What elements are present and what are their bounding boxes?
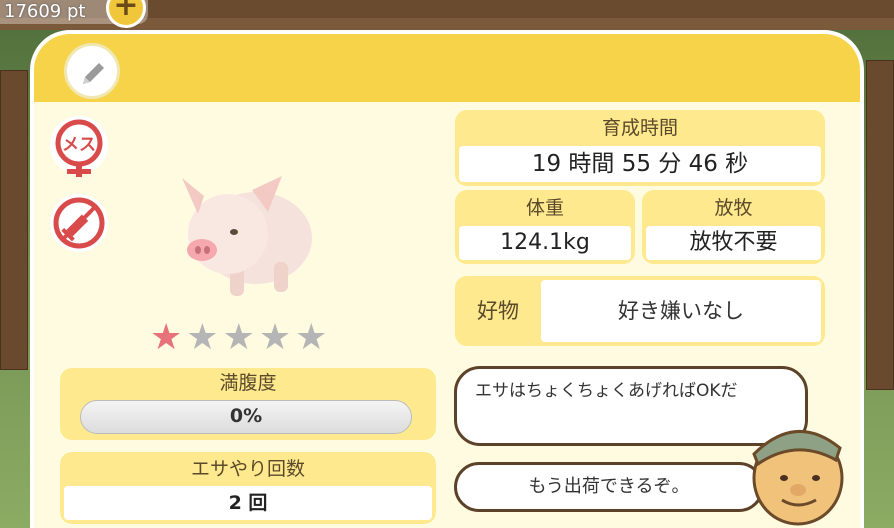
pencil-icon [83,63,104,84]
gender-badge: メス [50,116,108,177]
star-icon: ★ [258,317,292,358]
raising-time-box: 育成時間 19 時間 55 分 46 秒 [455,110,825,186]
speech-bubble-status-text: もう出荷できるぞ。 [528,476,690,497]
favorite-food-box: 好物 好き嫌いなし [455,276,825,346]
grazing-label: 放牧 [714,197,753,219]
fence-right [866,60,894,390]
weight-box: 体重 124.1kg [455,190,635,264]
favorite-food-value: 好き嫌いなし [541,280,821,342]
points-value: 17609 pt [4,1,86,22]
fullness-bar: 0% [80,400,412,434]
speech-bubble-status: もう出荷できるぞ。 [454,462,764,512]
star-icon: ★ [295,317,328,358]
vaccine-badge [50,194,108,252]
gender-label: メス [62,135,96,155]
star-icon: ★ [186,317,219,358]
fullness-box: 満腹度 0% [60,368,436,440]
raising-time-label: 育成時間 [601,117,678,139]
feed-count-box: エサやり回数 2 回 [60,452,436,524]
feed-count-value: 2 回 [64,486,432,520]
weight-label: 体重 [525,197,564,219]
grazing-value: 放牧不要 [646,226,821,260]
speech-bubble-tip-text: エサはちょくちょくあげればOKだ [475,381,738,401]
pig-icon [182,176,312,296]
edit-name-button[interactable] [64,43,120,99]
star-icon: ★ [222,317,255,358]
syringe-icon [53,197,105,249]
raising-time-value: 19 時間 55 分 46 秒 [459,146,821,182]
panel-header [34,34,860,102]
weight-value: 124.1kg [459,226,631,260]
add-points-button[interactable]: + [106,0,146,28]
fullness-value: 0% [229,405,263,427]
grazing-box: 放牧 放牧不要 [642,190,825,264]
star-icon: ★ [150,317,183,358]
feed-count-label: エサやり回数 [190,458,305,480]
points-bar: 17609 pt + [0,0,148,28]
rating-stars: ★ ★ ★ ★ ★ [150,320,327,356]
farmer-avatar [752,429,844,526]
fence-left [0,70,28,370]
favorite-food-label: 好物 [477,299,519,323]
female-symbol-icon: メス [55,119,103,177]
fullness-label: 満腹度 [219,372,277,394]
